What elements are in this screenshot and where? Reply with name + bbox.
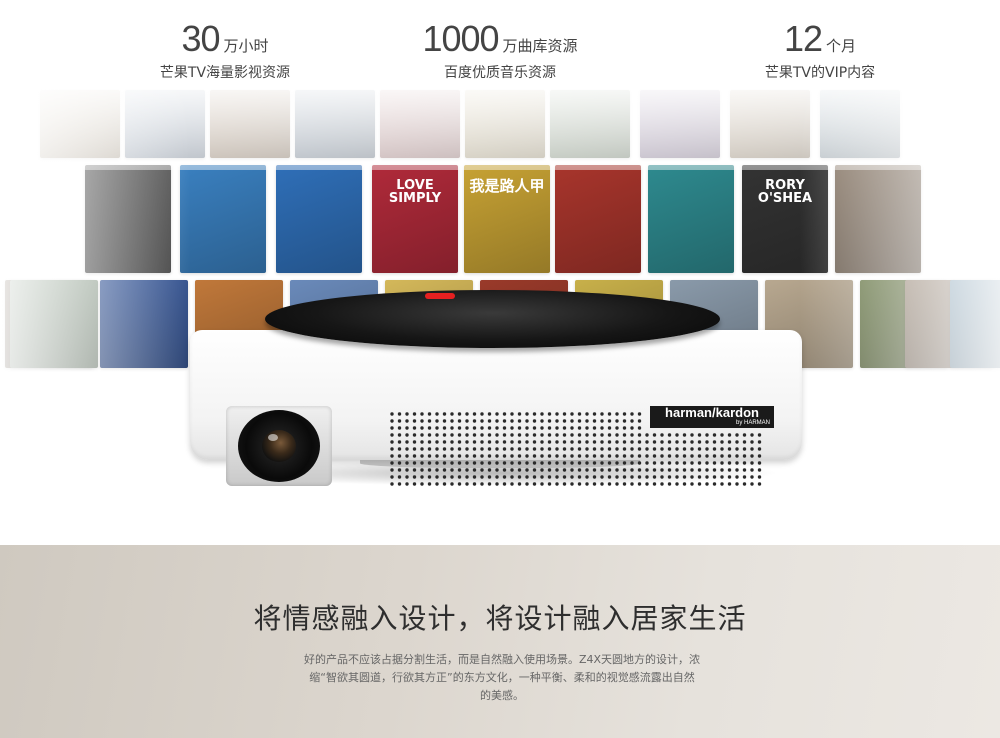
- movie-poster: [550, 90, 630, 158]
- stat-subtitle: 芒果TV海量影视资源: [159, 65, 291, 81]
- movie-poster: [40, 90, 120, 158]
- stat-music-library: 1000 万曲库资源 百度优质音乐资源: [378, 18, 622, 82]
- projector-body: harman/kardon by HARMAN: [190, 330, 802, 486]
- description-line: 好的产品不应该占据分割生活，而是自然融入使用场景。Z4X天圆地方的设计，浓: [303, 653, 701, 666]
- projector-top-disc: [265, 290, 720, 348]
- stat-vip-months: 12 个月 芒果TV的VIP内容: [700, 18, 940, 82]
- movie-poster: [648, 165, 734, 273]
- stat-number: 30: [181, 18, 220, 59]
- stat-number: 12: [783, 18, 823, 59]
- poster-title: RORY O'SHEA: [757, 178, 813, 206]
- movie-poster: [276, 165, 362, 273]
- stat-subtitle: 百度优质音乐资源: [444, 65, 556, 81]
- movie-poster: [555, 165, 641, 273]
- stat-unit: 个月: [826, 37, 857, 55]
- movie-poster: [125, 90, 205, 158]
- movie-poster: [10, 280, 98, 368]
- harman-kardon-logo: harman/kardon by HARMAN: [650, 406, 774, 428]
- poster-title: 我是路人甲: [469, 177, 545, 195]
- movie-poster: [640, 90, 720, 158]
- stat-unit: 万小时: [223, 37, 269, 55]
- stat-unit: 万曲库资源: [502, 37, 578, 55]
- power-accent: [425, 293, 455, 299]
- movie-poster: [820, 90, 900, 158]
- stat-subtitle: 芒果TV的VIP内容: [764, 65, 876, 81]
- design-description: 好的产品不应该占据分割生活，而是自然融入使用场景。Z4X天圆地方的设计，浓 缩“…: [282, 651, 722, 705]
- stat-video-hours: 30 万小时 芒果TV海量影视资源: [105, 18, 345, 82]
- brand-sub: by HARMAN: [735, 420, 770, 426]
- stat-number: 1000: [422, 18, 499, 59]
- movie-poster: [100, 280, 188, 368]
- description-line: 缩“智欲其圆道，行欲其方正”的东方文化，一种平衡、柔和的视觉感流露出自然: [309, 671, 695, 684]
- lens-frame: [226, 406, 332, 486]
- movie-poster: [85, 165, 171, 273]
- movie-poster: 我是路人甲: [464, 165, 550, 273]
- brand-name: harman/kardon: [665, 405, 759, 420]
- lens-icon: [238, 410, 320, 482]
- movie-poster: [730, 90, 810, 158]
- movie-poster: LOVE SIMPLY: [372, 165, 458, 273]
- movie-poster: [180, 165, 266, 273]
- movie-poster: [380, 90, 460, 158]
- movie-poster: [950, 280, 1000, 368]
- hero-section: LOVE SIMPLY 我是路人甲 RORY O'SHEA 30 万小时 芒果TV海量…: [0, 0, 1000, 545]
- movie-poster: [835, 165, 921, 273]
- design-headline: 将情感融入设计，将设计融入居家生活: [253, 602, 747, 635]
- movie-poster: [295, 90, 375, 158]
- movie-poster: [210, 90, 290, 158]
- description-line: 的美感。: [480, 689, 524, 702]
- stats-row: 30 万小时 芒果TV海量影视资源 1000 万曲库资源 百度优质音乐资源 12 个月…: [0, 18, 1000, 88]
- poster-title: LOVE SIMPLY: [388, 178, 442, 206]
- movie-poster: [465, 90, 545, 158]
- projector-image: harman/kardon by HARMAN: [190, 290, 810, 490]
- design-section: 将情感融入设计，将设计融入居家生活 好的产品不应该占据分割生活，而是自然融入使用…: [0, 545, 1000, 738]
- movie-poster: RORY O'SHEA: [742, 165, 828, 273]
